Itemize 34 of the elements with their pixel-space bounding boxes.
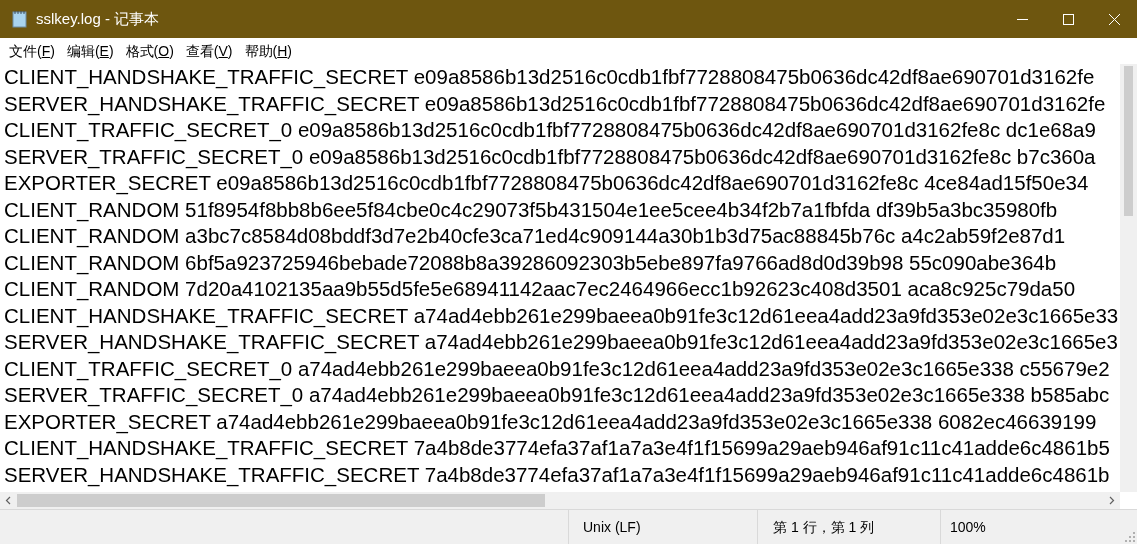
line-ending-label: Unix (LF): [583, 517, 641, 537]
cursor-position: 第 1 行，第 1 列: [773, 517, 875, 537]
text-line: CLIENT_HANDSHAKE_TRAFFIC_SECRET e09a8586b13d2516c0cdb1fbf7728808475b0636dc42df8ae690701d3162fe: [4, 64, 1095, 91]
text-line: SERVER_HANDSHAKE_TRAFFIC_SECRET e09a8586b13d2516c0cdb1fbf7728808475b0636dc42df8ae690701d3162fe: [4, 90, 1106, 117]
menu-item[interactable]: 格式(O): [119, 40, 180, 62]
text-line: CLIENT_RANDOM 7d20a4102135aa9b55d5fe5e68941142aac7ec2464966ecc1b92623c408d3501 aca8c925c79da50: [4, 276, 1076, 303]
window-title: sslkey.log - 记事本: [36, 8, 160, 29]
minimize-icon: [1016, 18, 1028, 20]
text-line: CLIENT_RANDOM a3bc7c8584d08bddf3d7e2b40cfe3ca71ed4c909144a30b1b3d75ac88845b76c a4c2ab59f2e87d1: [4, 223, 1066, 250]
text-line: SERVER_TRAFFIC_SECRET_0 a74ad4ebb261e299baeea0b91fe3c12d61eea4add23a9fd353e02e3c1665e338 b585abc: [4, 382, 1110, 409]
text-line: EXPORTER_SECRET a74ad4ebb261e299baeea0b91fe3c12d61eea4add23a9fd353e02e3c1665e338 6082ec46639199: [4, 408, 1097, 435]
text-line: SERVER_HANDSHAKE_TRAFFIC_SECRET 7a4b8de3774efa37af1a7a3e4f1f15699a29aeb946af91c11c41adde6c4861b: [4, 461, 1110, 488]
text-line: CLIENT_RANDOM 51f8954f8bb8b6ee5f84cbe0c4c29073f5b431504e1ee5cee4b34f2b7a1fbfda df39b5a3bc35980fb: [4, 196, 1058, 223]
scrollbar-thumb[interactable]: [1124, 66, 1133, 216]
vertical-scrollbar[interactable]: [1120, 64, 1137, 492]
text-line: EXPORTER_SECRET e09a8586b13d2516c0cdb1fbf7728808475b0636dc42df8ae690701d3162fe8c 4ce84ad15f50e34: [4, 170, 1089, 197]
menu-item[interactable]: 文件(F): [3, 40, 61, 62]
text-line: CLIENT_RANDOM 6bf5a923725946bebade72088b8a39286092303b5ebe897fa9766ad8d0d39b98 55c090abe364b: [4, 249, 1057, 276]
text-line: SERVER_HANDSHAKE_TRAFFIC_SECRET a74ad4ebb261e299baeea0b91fe3c12d61eea4add23a9fd353e02e3c1665e3: [4, 329, 1118, 356]
close-icon: [1108, 13, 1120, 25]
text-line: CLIENT_HANDSHAKE_TRAFFIC_SECRET a74ad4ebb261e299baeea0b91fe3c12d61eea4add23a9fd353e02e3c1665e33: [4, 302, 1119, 329]
text-line: CLIENT_TRAFFIC_SECRET_0 e09a8586b13d2516c0cdb1fbf7728808475b0636dc42df8ae690701d3162fe8c dc1e68a9: [4, 117, 1096, 144]
maximize-icon: [1062, 13, 1074, 25]
scrollbar-thumb[interactable]: [17, 494, 545, 507]
resize-grip-icon[interactable]: [1125, 532, 1135, 542]
notepad-icon: [12, 10, 28, 28]
menu-item[interactable]: 查看(V): [179, 40, 239, 62]
zoom-level: 100%: [950, 517, 986, 537]
menu-item[interactable]: 帮助(H): [238, 40, 298, 62]
text-line: SERVER_TRAFFIC_SECRET_0 e09a8586b13d2516c0cdb1fbf7728808475b0636dc42df8ae690701d3162fe8c b7c360a: [4, 143, 1096, 170]
menu-item[interactable]: 编辑(E): [60, 40, 120, 62]
text-line: CLIENT_TRAFFIC_SECRET_0 a74ad4ebb261e299baeea0b91fe3c12d61eea4add23a9fd353e02e3c1665e338 c55679e2: [4, 355, 1110, 382]
horizontal-scrollbar[interactable]: [0, 492, 1120, 509]
text-line: CLIENT_HANDSHAKE_TRAFFIC_SECRET 7a4b8de3774efa37af1a7a3e4f1f15699a29aeb946af91c11c41adde6c4861b5: [4, 435, 1110, 462]
